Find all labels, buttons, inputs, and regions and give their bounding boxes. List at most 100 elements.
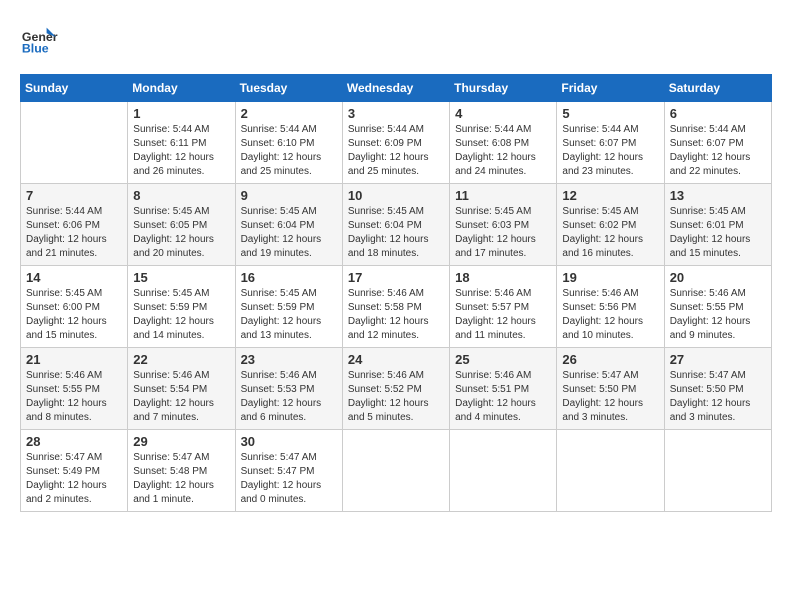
day-number: 3 xyxy=(348,106,444,121)
calendar-cell: 10Sunrise: 5:45 AM Sunset: 6:04 PM Dayli… xyxy=(342,184,449,266)
day-info: Sunrise: 5:46 AM Sunset: 5:57 PM Dayligh… xyxy=(455,287,551,343)
day-info: Sunrise: 5:47 AM Sunset: 5:49 PM Dayligh… xyxy=(26,451,122,507)
column-header-monday: Monday xyxy=(128,75,235,102)
day-info: Sunrise: 5:47 AM Sunset: 5:48 PM Dayligh… xyxy=(133,451,229,507)
day-info: Sunrise: 5:45 AM Sunset: 6:01 PM Dayligh… xyxy=(670,205,766,261)
calendar-cell: 24 Sunrise: 5:46 AM Sunset: 5:52 PM Dayli… xyxy=(342,348,449,430)
day-info: Sunrise: 5:44 AM Sunset: 6:06 PM Dayligh… xyxy=(26,205,122,261)
calendar-week-4: 21 Sunrise: 5:46 AM Sunset: 5:55 PM Dayli… xyxy=(21,348,772,430)
day-info: Sunrise: 5:46 AM Sunset: 5:54 PM Dayligh… xyxy=(133,369,229,425)
day-number: 23 xyxy=(241,352,337,367)
day-info: Sunrise: 5:47 AM Sunset: 5:50 PM Dayligh… xyxy=(562,369,658,425)
calendar-cell: 12 Sunrise: 5:45 AM Sunset: 6:02 PM Dayli… xyxy=(557,184,664,266)
calendar-cell: 15Sunrise: 5:45 AM Sunset: 5:59 PM Dayli… xyxy=(128,266,235,348)
calendar-cell: 25 Sunrise: 5:46 AM Sunset: 5:51 PM Dayli… xyxy=(450,348,557,430)
calendar-cell: 29 Sunrise: 5:47 AM Sunset: 5:48 PM Dayli… xyxy=(128,430,235,512)
day-info: Sunrise: 5:46 AM Sunset: 5:55 PM Dayligh… xyxy=(26,369,122,425)
calendar-cell xyxy=(342,430,449,512)
calendar-week-3: 14Sunrise: 5:45 AM Sunset: 6:00 PM Dayli… xyxy=(21,266,772,348)
day-info: Sunrise: 5:46 AM Sunset: 5:58 PM Dayligh… xyxy=(348,287,444,343)
day-info: Sunrise: 5:46 AM Sunset: 5:53 PM Dayligh… xyxy=(241,369,337,425)
calendar-cell: 28Sunrise: 5:47 AM Sunset: 5:49 PM Dayli… xyxy=(21,430,128,512)
calendar-cell: 6 Sunrise: 5:44 AM Sunset: 6:07 PM Daylig… xyxy=(664,102,771,184)
day-number: 26 xyxy=(562,352,658,367)
calendar-cell: 2 Sunrise: 5:44 AM Sunset: 6:10 PM Daylig… xyxy=(235,102,342,184)
calendar-cell: 21 Sunrise: 5:46 AM Sunset: 5:55 PM Dayli… xyxy=(21,348,128,430)
day-info: Sunrise: 5:45 AM Sunset: 6:02 PM Dayligh… xyxy=(562,205,658,261)
day-info: Sunrise: 5:44 AM Sunset: 6:10 PM Dayligh… xyxy=(241,123,337,179)
calendar-cell: 7 Sunrise: 5:44 AM Sunset: 6:06 PM Daylig… xyxy=(21,184,128,266)
day-info: Sunrise: 5:47 AM Sunset: 5:47 PM Dayligh… xyxy=(241,451,337,507)
column-header-thursday: Thursday xyxy=(450,75,557,102)
calendar-cell: 17 Sunrise: 5:46 AM Sunset: 5:58 PM Dayli… xyxy=(342,266,449,348)
column-header-tuesday: Tuesday xyxy=(235,75,342,102)
day-info: Sunrise: 5:46 AM Sunset: 5:52 PM Dayligh… xyxy=(348,369,444,425)
calendar-cell: 5 Sunrise: 5:44 AM Sunset: 6:07 PM Daylig… xyxy=(557,102,664,184)
calendar-week-2: 7 Sunrise: 5:44 AM Sunset: 6:06 PM Daylig… xyxy=(21,184,772,266)
day-number: 14 xyxy=(26,270,122,285)
calendar-cell xyxy=(21,102,128,184)
day-info: Sunrise: 5:46 AM Sunset: 5:51 PM Dayligh… xyxy=(455,369,551,425)
day-info: Sunrise: 5:44 AM Sunset: 6:07 PM Dayligh… xyxy=(670,123,766,179)
calendar-cell: 8 Sunrise: 5:45 AM Sunset: 6:05 PM Daylig… xyxy=(128,184,235,266)
calendar-table: SundayMondayTuesdayWednesdayThursdayFrid… xyxy=(20,74,772,512)
day-number: 27 xyxy=(670,352,766,367)
day-number: 8 xyxy=(133,188,229,203)
day-number: 24 xyxy=(348,352,444,367)
day-number: 7 xyxy=(26,188,122,203)
calendar-cell: 11Sunrise: 5:45 AM Sunset: 6:03 PM Dayli… xyxy=(450,184,557,266)
day-number: 10 xyxy=(348,188,444,203)
day-number: 2 xyxy=(241,106,337,121)
logo: General Blue xyxy=(20,20,58,58)
calendar-cell: 9 Sunrise: 5:45 AM Sunset: 6:04 PM Daylig… xyxy=(235,184,342,266)
day-number: 25 xyxy=(455,352,551,367)
day-number: 13 xyxy=(670,188,766,203)
calendar-week-5: 28Sunrise: 5:47 AM Sunset: 5:49 PM Dayli… xyxy=(21,430,772,512)
day-info: Sunrise: 5:45 AM Sunset: 5:59 PM Dayligh… xyxy=(241,287,337,343)
day-number: 4 xyxy=(455,106,551,121)
calendar-cell: 1 Sunrise: 5:44 AM Sunset: 6:11 PM Daylig… xyxy=(128,102,235,184)
day-number: 29 xyxy=(133,434,229,449)
calendar-cell: 23 Sunrise: 5:46 AM Sunset: 5:53 PM Dayli… xyxy=(235,348,342,430)
calendar-cell: 30 Sunrise: 5:47 AM Sunset: 5:47 PM Dayli… xyxy=(235,430,342,512)
calendar-cell: 16 Sunrise: 5:45 AM Sunset: 5:59 PM Dayli… xyxy=(235,266,342,348)
day-info: Sunrise: 5:47 AM Sunset: 5:50 PM Dayligh… xyxy=(670,369,766,425)
day-info: Sunrise: 5:45 AM Sunset: 5:59 PM Dayligh… xyxy=(133,287,229,343)
day-number: 12 xyxy=(562,188,658,203)
day-number: 16 xyxy=(241,270,337,285)
day-number: 5 xyxy=(562,106,658,121)
calendar-cell: 3 Sunrise: 5:44 AM Sunset: 6:09 PM Daylig… xyxy=(342,102,449,184)
day-number: 30 xyxy=(241,434,337,449)
calendar-week-1: 1 Sunrise: 5:44 AM Sunset: 6:11 PM Daylig… xyxy=(21,102,772,184)
day-number: 19 xyxy=(562,270,658,285)
day-number: 22 xyxy=(133,352,229,367)
column-header-friday: Friday xyxy=(557,75,664,102)
day-number: 20 xyxy=(670,270,766,285)
calendar-cell xyxy=(450,430,557,512)
day-number: 17 xyxy=(348,270,444,285)
day-number: 6 xyxy=(670,106,766,121)
calendar-cell: 18 Sunrise: 5:46 AM Sunset: 5:57 PM Dayli… xyxy=(450,266,557,348)
day-info: Sunrise: 5:44 AM Sunset: 6:11 PM Dayligh… xyxy=(133,123,229,179)
calendar-cell: 4 Sunrise: 5:44 AM Sunset: 6:08 PM Daylig… xyxy=(450,102,557,184)
calendar-cell: 13 Sunrise: 5:45 AM Sunset: 6:01 PM Dayli… xyxy=(664,184,771,266)
column-header-saturday: Saturday xyxy=(664,75,771,102)
day-info: Sunrise: 5:45 AM Sunset: 6:04 PM Dayligh… xyxy=(241,205,337,261)
day-info: Sunrise: 5:44 AM Sunset: 6:08 PM Dayligh… xyxy=(455,123,551,179)
day-info: Sunrise: 5:45 AM Sunset: 6:03 PM Dayligh… xyxy=(455,205,551,261)
day-info: Sunrise: 5:44 AM Sunset: 6:09 PM Dayligh… xyxy=(348,123,444,179)
svg-text:Blue: Blue xyxy=(22,41,49,55)
day-number: 21 xyxy=(26,352,122,367)
day-info: Sunrise: 5:45 AM Sunset: 6:05 PM Dayligh… xyxy=(133,205,229,261)
day-info: Sunrise: 5:46 AM Sunset: 5:56 PM Dayligh… xyxy=(562,287,658,343)
day-info: Sunrise: 5:44 AM Sunset: 6:07 PM Dayligh… xyxy=(562,123,658,179)
column-header-sunday: Sunday xyxy=(21,75,128,102)
calendar-cell xyxy=(664,430,771,512)
calendar-cell: 20Sunrise: 5:46 AM Sunset: 5:55 PM Dayli… xyxy=(664,266,771,348)
calendar-cell: 14Sunrise: 5:45 AM Sunset: 6:00 PM Dayli… xyxy=(21,266,128,348)
logo-icon: General Blue xyxy=(20,20,58,58)
calendar-cell: 22 Sunrise: 5:46 AM Sunset: 5:54 PM Dayli… xyxy=(128,348,235,430)
day-number: 1 xyxy=(133,106,229,121)
day-number: 9 xyxy=(241,188,337,203)
day-number: 18 xyxy=(455,270,551,285)
